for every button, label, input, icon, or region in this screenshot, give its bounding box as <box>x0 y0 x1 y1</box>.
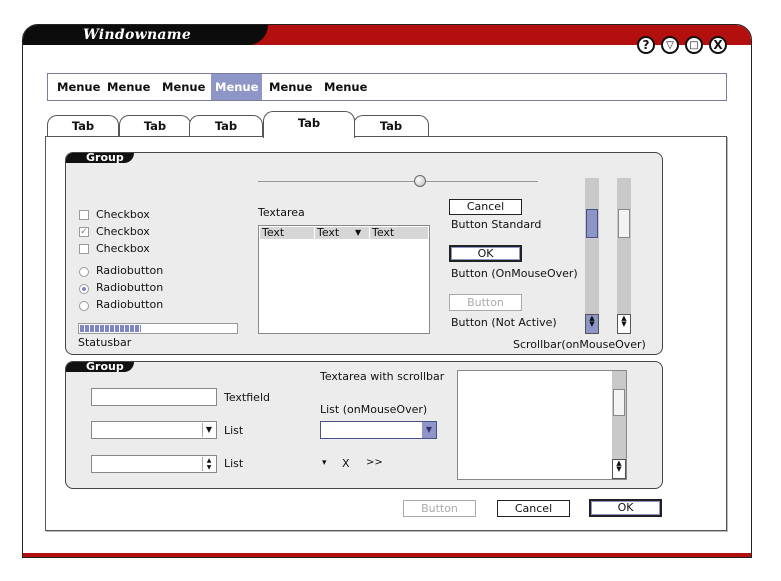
list-label: List <box>224 457 244 470</box>
window-bottom-border <box>23 553 751 557</box>
chevron-down-icon[interactable]: ▼ <box>202 423 215 437</box>
textfield-label: Textfield <box>224 391 270 404</box>
maximize-button[interactable]: □ <box>685 36 703 54</box>
disabled-button[interactable]: Button <box>449 294 522 311</box>
scroll-down-icon: ▼ <box>589 320 595 328</box>
spinner-arrows-icon[interactable]: ▲ ▼ <box>202 457 215 471</box>
menu-item[interactable]: Menue <box>320 74 371 100</box>
vertical-scrollbar[interactable]: ▲ ▼ <box>612 371 626 479</box>
radiobutton[interactable] <box>79 267 89 277</box>
menu-item[interactable]: Menue <box>265 74 316 100</box>
checkbox[interactable] <box>79 210 89 220</box>
column-header[interactable]: Text <box>372 227 426 239</box>
cancel-button[interactable]: Cancel <box>449 199 522 215</box>
close-icon: X <box>713 38 723 52</box>
dropdown-mini-icon[interactable]: ▾ <box>322 458 327 468</box>
group-label: Group <box>66 152 134 163</box>
tab-active[interactable]: Tab <box>263 111 355 138</box>
list-hover-label: List (onMouseOver) <box>320 403 428 416</box>
maximize-icon: □ <box>689 39 699 51</box>
tab-panel: Group Checkbox ✓ Checkbox Checkbox Radio… <box>45 136 727 531</box>
cancel-button[interactable]: Cancel <box>497 500 570 517</box>
radiobutton[interactable] <box>79 301 89 311</box>
ok-button-hover[interactable]: OK <box>449 245 522 262</box>
group-box: Group Textfield ▼ List ▲ ▼ List Textarea … <box>65 361 663 489</box>
radiobutton-label: Radiobutton <box>96 281 164 294</box>
column-header-sortable[interactable]: Text ▼ <box>317 227 370 239</box>
list-dropdown-hover[interactable]: ▼ <box>320 421 437 439</box>
scrollbar-thumb[interactable] <box>618 209 630 238</box>
checkbox-label: Checkbox <box>96 242 150 255</box>
checkbox[interactable] <box>79 244 89 254</box>
scroll-down-icon: ▼ <box>616 465 622 473</box>
help-button[interactable]: ? <box>637 36 655 54</box>
app-window: Windowname ? ▽ □ X Menue Menue Menue Men… <box>22 24 752 558</box>
column-header-label: Text <box>317 226 340 239</box>
list-dropdown[interactable]: ▼ <box>91 421 217 439</box>
radiobutton-label: Radiobutton <box>96 264 164 277</box>
list-label: List <box>224 424 244 437</box>
scroll-down-icon: ▼ <box>621 320 627 328</box>
slider-track[interactable] <box>258 181 538 182</box>
chevron-down-icon[interactable]: ▼ <box>422 422 436 438</box>
tab[interactable]: Tab <box>189 115 263 137</box>
slider-handle[interactable] <box>414 175 426 187</box>
button-caption: Button (OnMouseOver) <box>451 267 578 280</box>
sort-arrow-icon: ▼ <box>355 228 362 237</box>
statusbar-label: Statusbar <box>78 336 132 349</box>
button-caption: Button (Not Active) <box>451 316 557 329</box>
checkbox-checked[interactable]: ✓ <box>79 227 89 237</box>
column-header-row: Text Text ▼ Text <box>260 227 428 239</box>
help-icon: ? <box>642 38 650 52</box>
vertical-scrollbar[interactable]: ▲ ▼ <box>617 178 631 334</box>
minimize-icon: ▽ <box>666 39 674 51</box>
textarea-scroll-label: Textarea with scrollbar <box>320 370 445 383</box>
scroll-arrows[interactable]: ▲ ▼ <box>612 459 626 479</box>
column-header[interactable]: Text <box>262 227 315 239</box>
tab[interactable]: Tab <box>119 115 191 137</box>
menu-item-active[interactable]: Menue <box>211 74 263 100</box>
textarea-scrollable[interactable]: ▲ ▼ <box>457 370 627 480</box>
button-caption: Button Standard <box>451 218 542 231</box>
scrollbar-thumb[interactable] <box>613 389 625 416</box>
menu-item[interactable]: Menue <box>158 74 209 100</box>
checkbox-label: Checkbox <box>96 225 150 238</box>
disabled-button[interactable]: Button <box>403 500 476 517</box>
radiobutton-selected[interactable] <box>79 284 89 294</box>
checkbox-label: Checkbox <box>96 208 150 221</box>
group-label: Group <box>66 361 134 372</box>
scroll-arrows[interactable]: ▲ ▼ <box>585 314 599 334</box>
textarea-label: Textarea <box>258 206 305 219</box>
tab[interactable]: Tab <box>353 115 429 137</box>
menu-item[interactable]: Menue <box>103 74 154 100</box>
tab[interactable]: Tab <box>47 115 119 137</box>
close-button[interactable]: X <box>709 36 727 54</box>
vertical-scrollbar-hover[interactable]: ▲ ▼ <box>585 178 599 334</box>
list-spinner[interactable]: ▲ ▼ <box>91 455 217 473</box>
radiobutton-label: Radiobutton <box>96 298 164 311</box>
minimize-button[interactable]: ▽ <box>661 36 679 54</box>
statusbar-fill <box>80 325 141 332</box>
window-title: Windowname <box>83 27 192 43</box>
textarea[interactable]: Text Text ▼ Text <box>258 225 430 334</box>
menubar: Menue Menue Menue Menue Menue Menue <box>47 73 727 101</box>
forward-mini-icon[interactable]: >> <box>366 457 383 468</box>
scrollbar-thumb[interactable] <box>586 209 598 238</box>
textfield[interactable] <box>91 388 217 406</box>
group-box: Group Checkbox ✓ Checkbox Checkbox Radio… <box>65 152 663 355</box>
scrollbar-caption: Scrollbar(onMouseOver) <box>513 338 646 351</box>
close-mini-icon[interactable]: X <box>342 457 350 470</box>
ok-button[interactable]: OK <box>589 499 662 517</box>
statusbar <box>78 323 238 334</box>
scroll-arrows[interactable]: ▲ ▼ <box>617 314 631 334</box>
menu-item[interactable]: Menue <box>53 74 104 100</box>
